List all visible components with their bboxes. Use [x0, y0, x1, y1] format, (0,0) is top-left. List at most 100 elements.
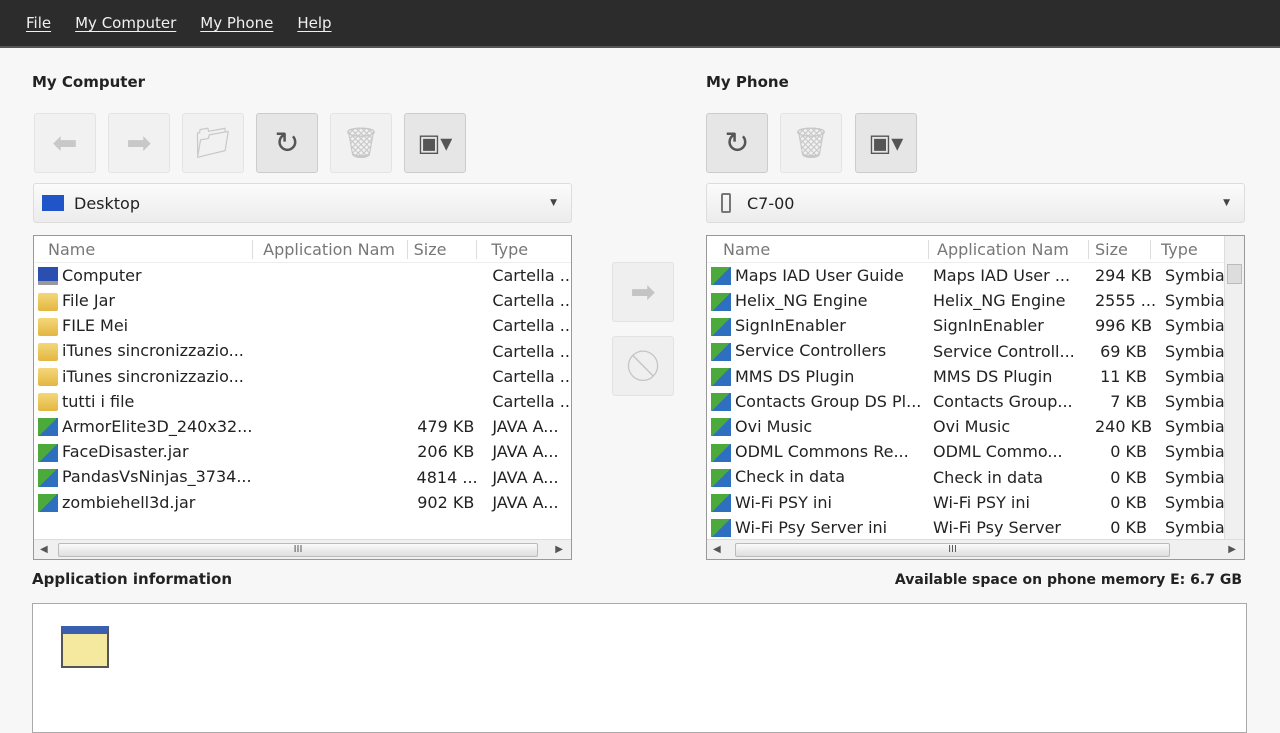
table-row[interactable]: FILE Mei Cartella ... — [34, 313, 571, 338]
table-row[interactable]: ODML Commons Re... ODML Commo... 0 KB Symbi… — [707, 439, 1244, 464]
table-row[interactable]: File Jar Cartella ... — [34, 288, 571, 313]
name-text: Service Controllers — [735, 341, 887, 361]
list-header: Name Application Nam Size Type — [34, 236, 571, 263]
size-text: 0 KB — [1110, 467, 1147, 487]
table-row[interactable]: iTunes sincronizzazio... Cartella ... — [34, 364, 571, 389]
cell-type: Symbia — [1155, 266, 1225, 285]
cell-size: 902 KB — [413, 493, 483, 512]
table-row[interactable]: Helix_NG Engine Helix_NG Engine 2555 ... Sy… — [707, 288, 1244, 313]
table-row[interactable]: Ovi Music Ovi Music 240 KB Symbia — [707, 414, 1244, 439]
name-text: ArmorElite3D_240x32... — [62, 416, 253, 436]
computer-location-dropdown[interactable]: Desktop ▼ — [33, 183, 572, 223]
table-row[interactable]: zombiehell3d.jar 902 KB JAVA A... — [34, 490, 571, 515]
table-row[interactable]: ArmorElite3D_240x32... 479 KB JAVA A... — [34, 414, 571, 439]
app-text: SignInEnabler — [933, 316, 1044, 336]
size-text: 206 KB — [417, 442, 475, 462]
column-type[interactable]: Type — [1151, 240, 1226, 259]
menu-help[interactable]: Help — [297, 14, 331, 32]
application-icon — [38, 418, 58, 437]
table-row[interactable]: FaceDisaster.jar 206 KB JAVA A... — [34, 439, 571, 464]
view-button[interactable]: ▣▾ — [404, 113, 466, 173]
application-icon — [711, 468, 731, 487]
type-text: Symbia — [1165, 316, 1225, 336]
table-row[interactable]: Check in data Check in data 0 KB Symbia — [707, 465, 1244, 490]
scrollbar-thumb[interactable] — [1227, 264, 1242, 284]
app-text: Check in data — [933, 467, 1044, 487]
app-text: Wi-Fi Psy Server — [933, 517, 1061, 537]
table-row[interactable]: SignInEnabler SignInEnabler 996 KB Symbia — [707, 313, 1244, 338]
forward-button[interactable]: ➡ — [108, 113, 170, 173]
column-application-name[interactable]: Application Nam — [929, 239, 1089, 259]
computer-icon — [38, 267, 58, 286]
cell-name: iTunes sincronizzazio... — [34, 367, 253, 387]
application-icon — [711, 342, 731, 361]
table-row[interactable]: PandasVsNinjas_3734... 4814 ... JAVA A... — [34, 465, 571, 490]
cell-type: Symbia — [1155, 468, 1225, 487]
table-row[interactable]: MMS DS Plugin MMS DS Plugin 11 KB Symbia — [707, 364, 1244, 389]
type-text: Symbia — [1165, 392, 1225, 412]
table-row[interactable]: Service Controllers Service Controll... 69… — [707, 339, 1244, 364]
menu-my-phone[interactable]: My Phone — [200, 14, 273, 32]
type-text: Symbia — [1165, 517, 1225, 537]
type-text: Symbia — [1165, 341, 1225, 361]
cell-name: Wi-Fi Psy Server ini — [707, 518, 929, 538]
application-information-panel — [32, 603, 1247, 733]
scrollbar-thumb[interactable]: III — [735, 543, 1170, 557]
phone-app-list[interactable]: Name Application Nam Size Type Maps IAD … — [706, 235, 1245, 560]
phone-delete-button[interactable]: 🗑︎ — [780, 113, 842, 173]
type-text: Cartella ... — [492, 341, 571, 361]
back-button[interactable]: ⬅ — [34, 113, 96, 173]
phone-view-button[interactable]: ▣▾ — [855, 113, 917, 173]
delete-button[interactable]: 🗑︎ — [330, 113, 392, 173]
size-text: 69 KB — [1100, 341, 1147, 361]
column-type[interactable]: Type — [477, 240, 571, 259]
column-size[interactable]: Size — [1089, 239, 1151, 259]
app-text: Ovi Music — [933, 417, 1011, 437]
table-row[interactable]: iTunes sincronizzazio... Cartella ... — [34, 339, 571, 364]
cell-type: JAVA A... — [482, 442, 571, 461]
cell-size: 0 KB — [1091, 468, 1155, 487]
folder-icon — [38, 317, 58, 336]
chevron-down-icon: ▼ — [550, 198, 557, 208]
cancel-transfer-button[interactable]: 🚫︎ — [612, 336, 674, 396]
cell-app: Wi-Fi Psy Server — [929, 518, 1091, 537]
cell-type: Cartella ... — [482, 342, 571, 361]
name-text: FaceDisaster.jar — [62, 442, 189, 462]
column-name[interactable]: Name — [34, 239, 254, 259]
column-size[interactable]: Size — [408, 239, 478, 259]
table-row[interactable]: Wi-Fi PSY ini Wi-Fi PSY ini 0 KB Symbia — [707, 490, 1244, 515]
name-text: Contacts Group DS Pl... — [735, 391, 922, 411]
cell-type: Symbia — [1155, 316, 1225, 335]
name-text: ODML Commons Re... — [735, 442, 909, 462]
size-text: 294 KB — [1095, 266, 1153, 286]
table-row[interactable]: Wi-Fi Psy Server ini Wi-Fi Psy Server 0 KB… — [707, 515, 1244, 540]
size-text: 0 KB — [1110, 492, 1147, 512]
horizontal-scrollbar[interactable]: ◀ III ▶ — [707, 539, 1244, 559]
table-row[interactable]: tutti i file Cartella ... — [34, 389, 571, 414]
menu-my-computer[interactable]: My Computer — [75, 14, 176, 32]
new-folder-button[interactable]: 📁︎ — [182, 113, 244, 173]
scrollbar-thumb[interactable]: III — [58, 543, 538, 557]
type-text: Symbia — [1165, 442, 1225, 462]
refresh-button[interactable]: ↻ — [256, 113, 318, 173]
table-row[interactable]: Contacts Group DS Pl... Contacts Group...… — [707, 389, 1244, 414]
phone-refresh-button[interactable]: ↻ — [706, 113, 768, 173]
menu-file[interactable]: File — [26, 14, 51, 32]
table-row[interactable]: Computer Cartella ... — [34, 263, 571, 288]
size-text: 0 KB — [1110, 442, 1147, 462]
cell-app: Maps IAD User ... — [929, 266, 1091, 285]
vertical-scrollbar[interactable] — [1224, 236, 1244, 539]
name-text: PandasVsNinjas_3734... — [62, 467, 252, 487]
table-row[interactable]: Maps IAD User Guide Maps IAD User ... 294 … — [707, 263, 1244, 288]
folder-icon: 📁︎ — [193, 125, 233, 161]
phone-location-dropdown[interactable]: C7-00 ▼ — [706, 183, 1245, 223]
copy-to-phone-button[interactable]: ➡ — [612, 262, 674, 322]
cell-size: 206 KB — [413, 442, 483, 461]
cell-type: JAVA A... — [482, 468, 571, 487]
computer-file-list[interactable]: Name Application Nam Size Type Computer C… — [33, 235, 572, 560]
app-text: ODML Commo... — [933, 442, 1063, 462]
column-application-name[interactable]: Application Nam — [253, 239, 408, 259]
column-name[interactable]: Name — [707, 239, 929, 259]
horizontal-scrollbar[interactable]: ◀ III ▶ — [34, 539, 571, 559]
list-header: Name Application Nam Size Type — [707, 236, 1244, 263]
